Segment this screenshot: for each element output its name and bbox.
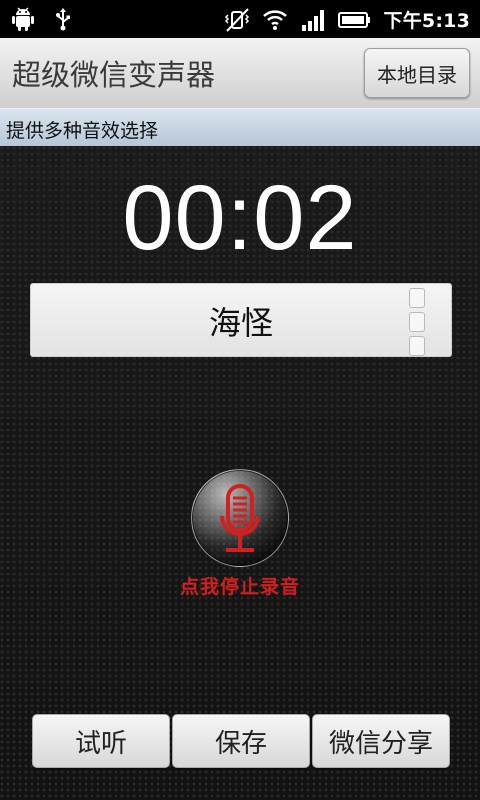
listen-button[interactable]: 试听 — [32, 714, 170, 768]
info-text: 提供多种音效选择 — [6, 120, 159, 142]
usb-icon — [56, 8, 70, 31]
signal-icon — [301, 9, 324, 31]
status-right-icons: 下午5:13 — [224, 6, 470, 33]
status-left-icons — [10, 6, 76, 32]
status-bar: 下午5:13 — [0, 0, 480, 38]
app-title: 超级微信变声器 — [12, 58, 216, 92]
save-button[interactable]: 保存 — [172, 714, 310, 768]
selected-voice-label: 海怪 — [208, 304, 273, 342]
stop-recording-label[interactable]: 点我停止录音 — [140, 572, 340, 599]
local-directory-button[interactable]: 本地目录 — [364, 48, 470, 98]
android-icon — [12, 7, 34, 31]
wechat-share-button[interactable]: 微信分享 — [312, 714, 450, 768]
voice-effect-selector[interactable]: 海怪 — [30, 283, 452, 357]
wifi-icon — [262, 9, 287, 30]
info-bar: 提供多种音效选择 — [0, 108, 480, 147]
battery-icon — [337, 11, 370, 28]
title-bar: 超级微信变声器 本地目录 — [0, 38, 480, 109]
bottom-button-bar: 试听 保存 微信分享 — [0, 714, 480, 770]
mic-button-wrapper[interactable] — [191, 469, 289, 567]
stop-recording-button[interactable] — [191, 469, 289, 567]
recording-timer: 00:02 — [122, 167, 358, 269]
vibrate-off-icon — [224, 7, 249, 32]
status-time: 下午5:13 — [383, 10, 470, 32]
selector-scroll-handle[interactable] — [409, 288, 425, 360]
microphone-icon — [220, 484, 260, 552]
